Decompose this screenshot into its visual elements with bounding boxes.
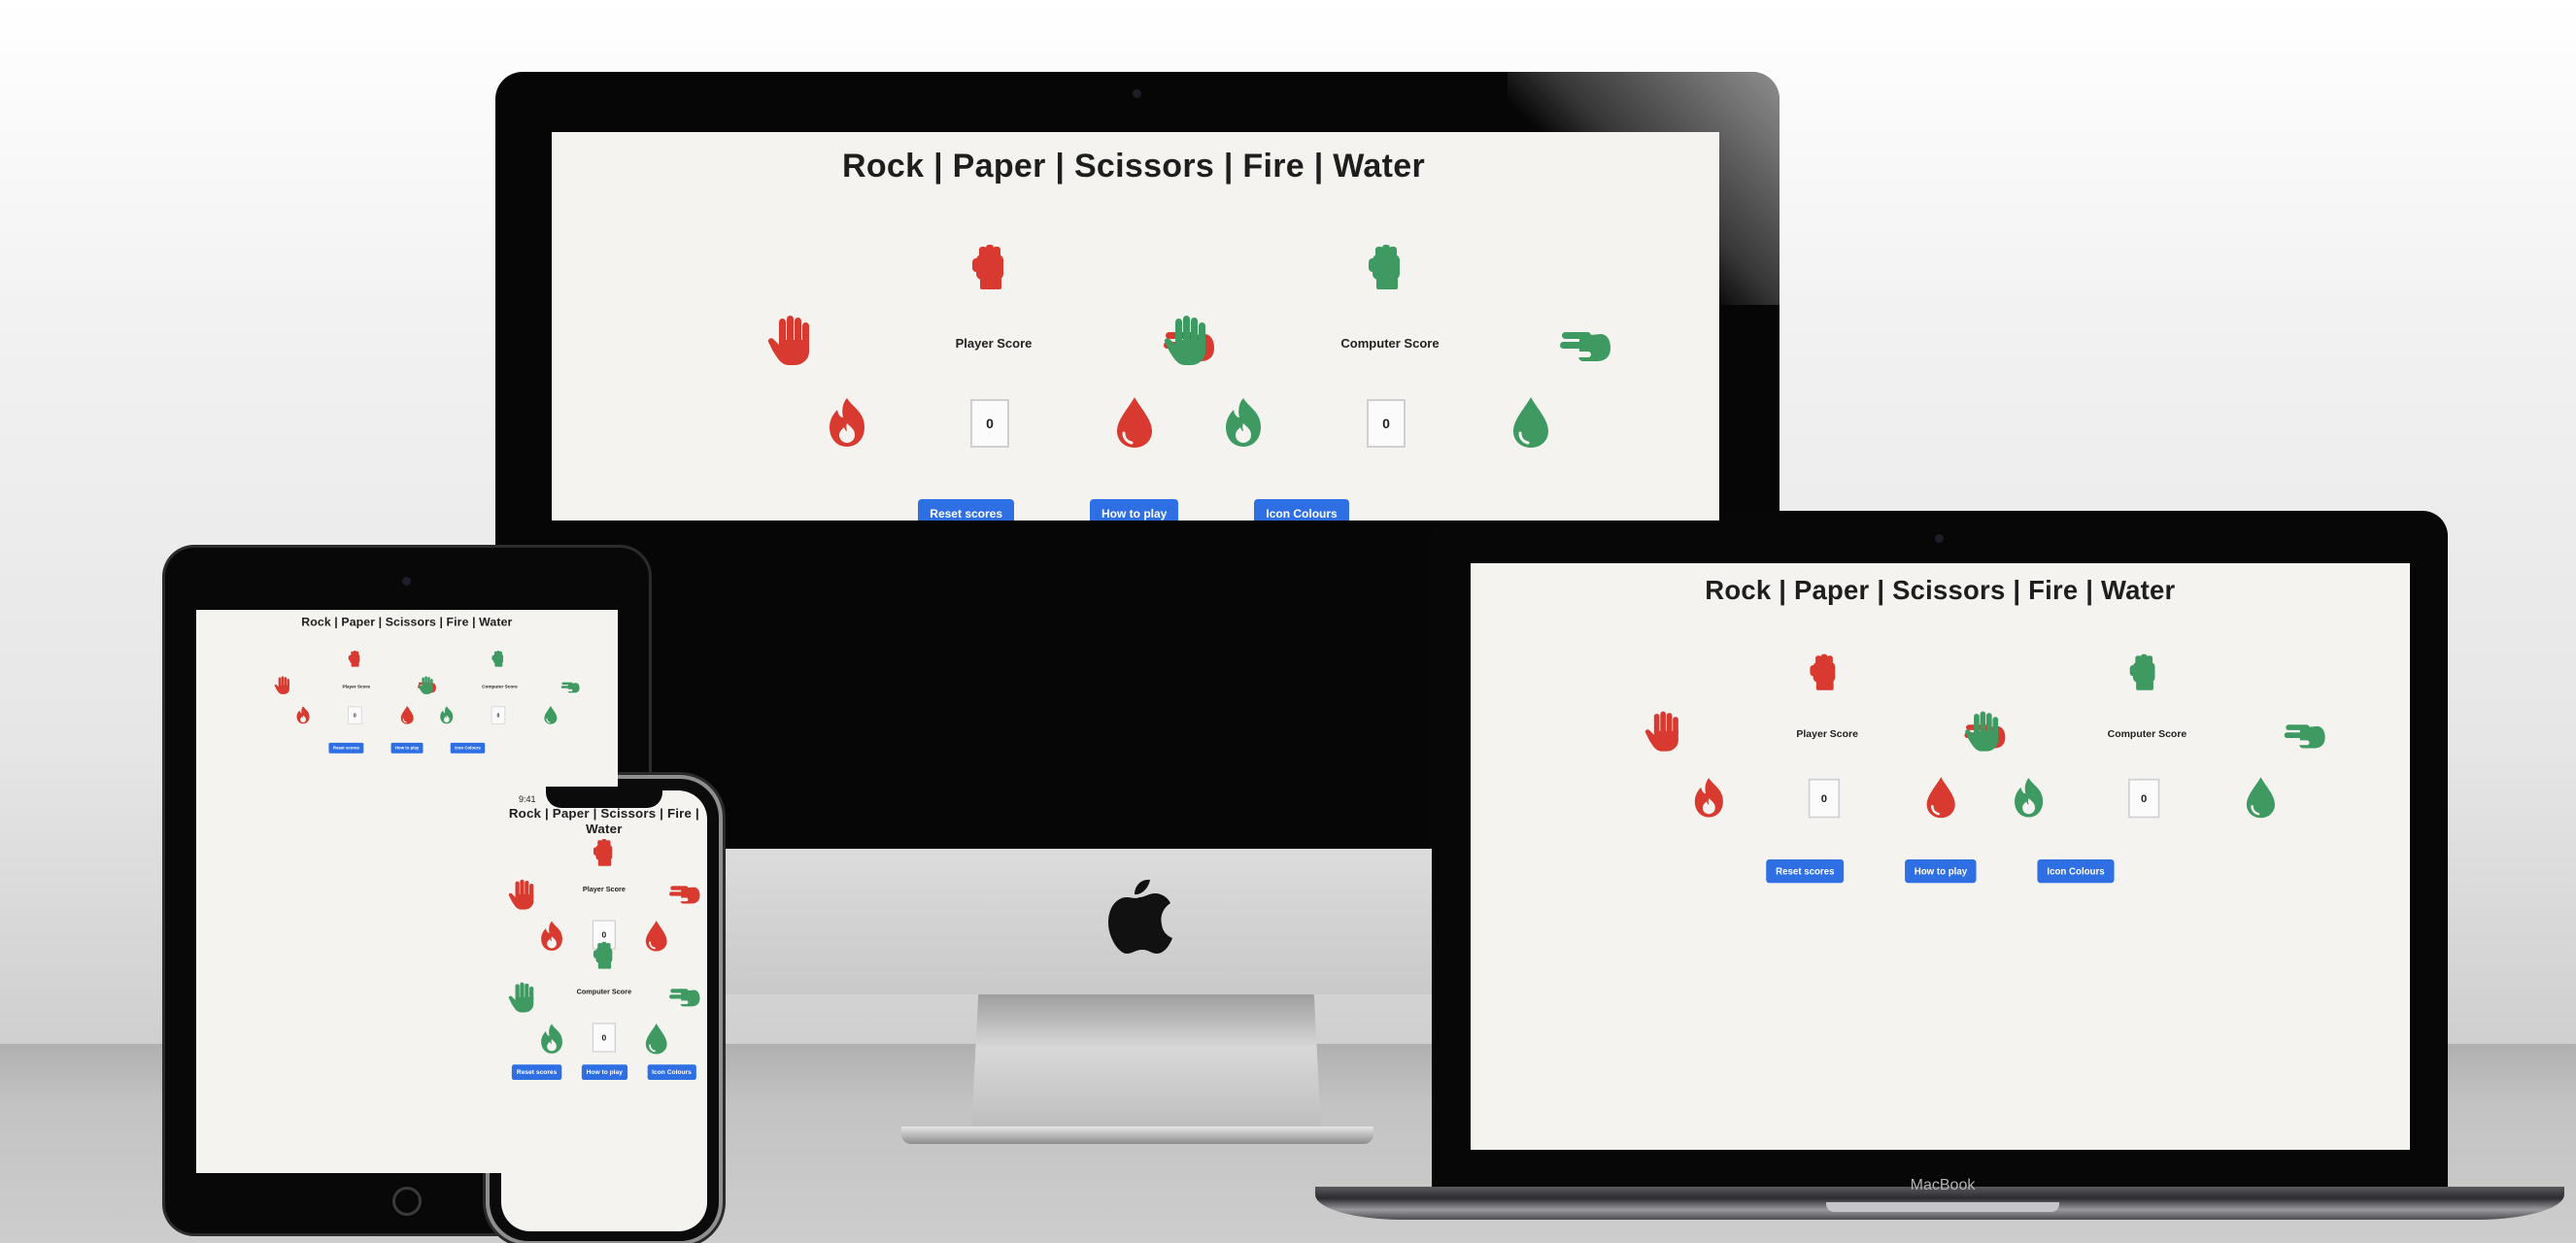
player-score-label: Player Score (342, 684, 370, 689)
ipad-camera (402, 577, 411, 586)
reset-scores-button[interactable]: Reset scores (918, 499, 1015, 521)
how-to-play-button[interactable]: How to play (1905, 859, 1977, 884)
macbook-notch (1826, 1202, 2059, 1212)
macbook-camera (1935, 534, 1944, 543)
macbook-screen: Rock | Paper | Scissors | Fire | Water P… (1471, 563, 2410, 1150)
button-row: Reset scores How to play Icon Colours (552, 499, 1715, 521)
computer-rock-icon (2122, 650, 2166, 693)
player-panel: Player Score 0 (1644, 650, 2012, 846)
iphone-status-time: 9:41 (519, 794, 536, 804)
iphone-notch (546, 787, 662, 808)
button-row: Reset scores How to play Icon Colours (196, 742, 618, 754)
computer-water-icon (541, 705, 560, 724)
computer-rock-icon (489, 649, 508, 668)
reset-scores-button[interactable]: Reset scores (512, 1064, 562, 1081)
computer-fire-icon (1216, 394, 1271, 449)
game-page: Rock | Paper | Scissors | Fire | Water P… (1471, 563, 2410, 1096)
computer-paper-icon (507, 981, 540, 1014)
page-title: Rock | Paper | Scissors | Fire | Water (842, 148, 1425, 185)
player-rock-icon[interactable] (588, 835, 621, 868)
ipad-home-button[interactable] (392, 1187, 422, 1216)
iphone-screen: Rock | Paper | Scissors | Fire | Water P… (501, 790, 707, 1231)
button-row: Reset scores How to play Icon Colours (501, 1064, 707, 1081)
player-score-value: 0 (970, 399, 1009, 448)
how-to-play-button[interactable]: How to play (1090, 499, 1179, 521)
imac-stand (971, 994, 1321, 1130)
player-rock-icon[interactable] (1802, 650, 1846, 693)
game-page: Rock | Paper | Scissors | Fire | Water P… (501, 794, 707, 1124)
macbook-label: MacBook (1910, 1177, 1976, 1193)
imac-camera (1133, 89, 1141, 98)
player-score-value: 0 (1808, 778, 1841, 819)
player-panel: Player Score 0 (274, 649, 439, 737)
player-water-icon[interactable] (1919, 775, 1963, 819)
apple-logo-icon (1108, 879, 1172, 954)
player-score-value: 0 (348, 706, 362, 724)
computer-score-value: 0 (592, 1023, 616, 1053)
computer-water-icon (1504, 394, 1558, 449)
icon-colours-button[interactable]: Icon Colours (2037, 859, 2115, 884)
computer-score-value: 0 (1367, 399, 1406, 448)
computer-water-icon (640, 1022, 673, 1055)
computer-scissors-icon (668, 981, 701, 1014)
player-rock-icon[interactable] (345, 649, 364, 668)
icon-colours-button[interactable]: Icon Colours (647, 1064, 696, 1081)
computer-score-label: Computer Score (2107, 727, 2187, 740)
computer-rock-icon (1359, 239, 1413, 293)
player-rock-icon[interactable] (963, 239, 1017, 293)
imac-foot (901, 1126, 1373, 1144)
player-score-label: Player Score (955, 336, 1033, 351)
reset-scores-button[interactable]: Reset scores (328, 742, 364, 754)
player-scissors-icon[interactable] (668, 878, 701, 911)
page-title: Rock | Paper | Scissors | Fire | Water (508, 806, 699, 836)
player-score-label: Player Score (1796, 727, 1858, 740)
player-score-label: Player Score (582, 885, 626, 893)
computer-score-label: Computer Score (1340, 336, 1440, 351)
icon-colours-button[interactable]: Icon Colours (1254, 499, 1349, 521)
computer-score-label: Computer Score (482, 684, 518, 689)
computer-score-value: 0 (491, 706, 506, 724)
player-paper-icon[interactable] (507, 878, 540, 911)
computer-panel: Computer Score 0 (501, 938, 707, 1085)
how-to-play-button[interactable]: How to play (390, 742, 424, 754)
how-to-play-button[interactable]: How to play (581, 1064, 627, 1081)
computer-score-value: 0 (2128, 778, 2160, 819)
page-title: Rock | Paper | Scissors | Fire | Water (301, 615, 513, 629)
player-fire-icon[interactable] (293, 705, 313, 724)
game-page: Rock | Paper | Scissors | Fire | Water P… (552, 132, 1715, 521)
player-water-icon[interactable] (397, 705, 417, 724)
computer-panel: Computer Score 0 (417, 649, 582, 737)
computer-rock-icon (588, 938, 621, 971)
computer-water-icon (2239, 775, 2283, 819)
button-row: Reset scores How to play Icon Colours (1471, 859, 2410, 884)
player-fire-icon[interactable] (820, 394, 874, 449)
imac-screen: Rock | Paper | Scissors | Fire | Water P… (552, 132, 1719, 521)
icon-colours-button[interactable]: Icon Colours (450, 742, 486, 754)
computer-panel: Computer Score 0 (1162, 239, 1618, 482)
page-title: Rock | Paper | Scissors | Fire | Water (1705, 575, 2176, 606)
player-water-icon[interactable] (1107, 394, 1162, 449)
computer-score-label: Computer Score (576, 988, 632, 996)
reset-scores-button[interactable]: Reset scores (1766, 859, 1845, 884)
computer-fire-icon (535, 1022, 568, 1055)
computer-fire-icon (437, 705, 457, 724)
computer-fire-icon (2007, 775, 2051, 819)
player-fire-icon[interactable] (1687, 775, 1731, 819)
computer-panel: Computer Score 0 (1963, 650, 2331, 846)
player-panel: Player Score 0 (765, 239, 1222, 482)
